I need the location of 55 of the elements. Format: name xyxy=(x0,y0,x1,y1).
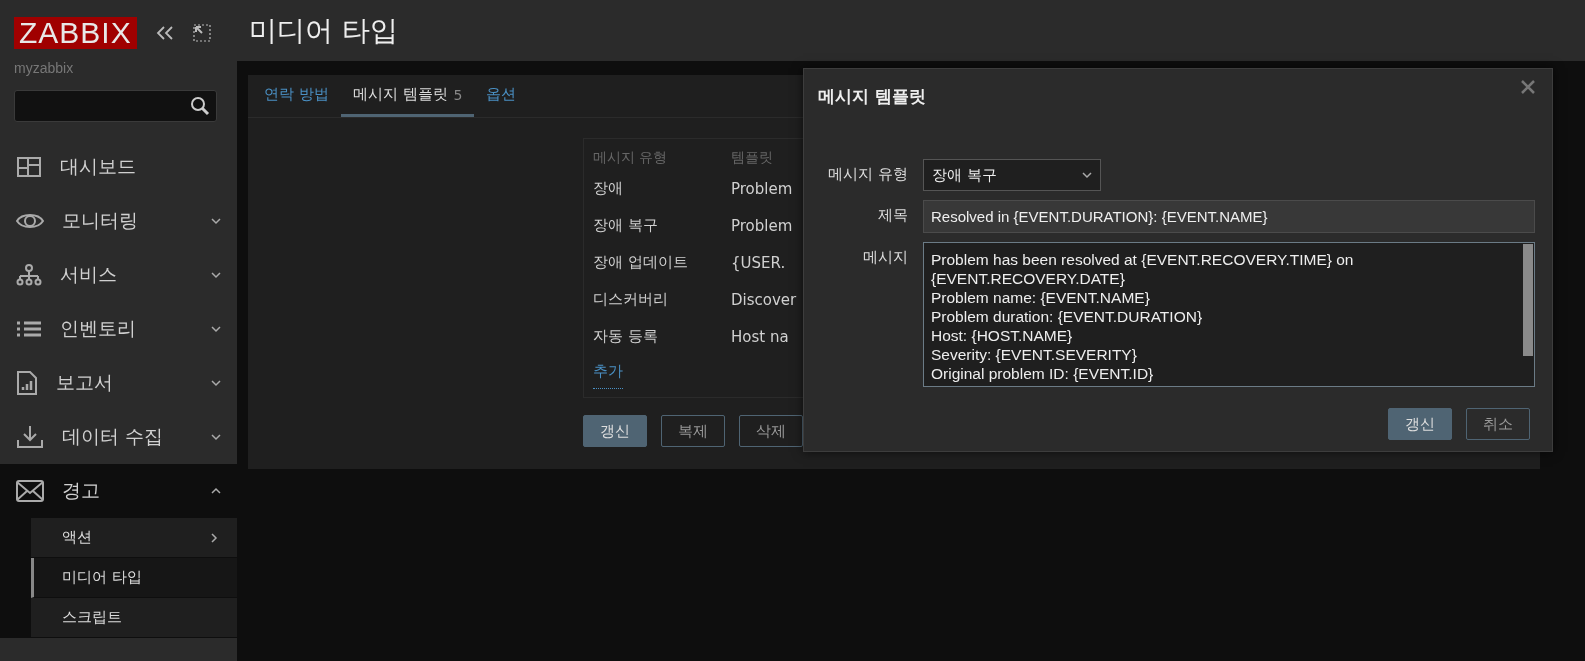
field-label: 메시지 xyxy=(862,247,908,267)
page-title: 미디어 타입 xyxy=(249,12,398,49)
field-label: 메시지 유형 xyxy=(827,164,908,184)
chevron-down-icon xyxy=(1082,170,1092,180)
table-cell[interactable]: 장애 xyxy=(593,170,731,207)
menu-item[interactable]: 인벤토리 xyxy=(0,302,237,356)
column-header: 템플릿 xyxy=(731,148,774,167)
add-link[interactable]: 추가 xyxy=(593,355,623,389)
tab[interactable]: 옵션 xyxy=(474,75,529,117)
dialog-button[interactable]: 취소 xyxy=(1466,408,1530,440)
table-cell-text: Discover xyxy=(731,289,798,311)
form-button[interactable]: 복제 xyxy=(661,415,725,447)
tab[interactable]: 메시지 템플릿 5 xyxy=(340,75,475,117)
table-cell-text: {USER. xyxy=(731,252,787,274)
list-icon xyxy=(16,320,42,338)
download-icon xyxy=(16,425,44,449)
dialog-button[interactable]: 갱신 xyxy=(1388,408,1452,440)
menu-item[interactable]: 경고 xyxy=(0,464,237,518)
table-cell-text: Problem xyxy=(731,215,794,237)
menu-item[interactable]: 대시보드 xyxy=(0,140,237,194)
dashboard-icon xyxy=(16,156,42,178)
server-name: myzabbix xyxy=(13,59,75,76)
submenu-item[interactable]: 액션 xyxy=(31,518,237,558)
fullscreen-icon[interactable] xyxy=(192,24,211,42)
type-select[interactable]: 장애 복구 xyxy=(923,159,1101,191)
message-field[interactable]: Problem has been resolved at {EVENT.RECOVERY.TIME} on {EVENT.RECOVERY.DATE} Problem name: {EVENT.NAME} Problem duration: {EVENT.DURATION} Host: {HOST.NAME} Severity: {EVENT.SEVERITY} Original problem ID: {EVENT.ID} xyxy=(923,242,1535,387)
table-cell-text: Problem xyxy=(731,178,794,200)
close-button[interactable] xyxy=(1520,79,1536,95)
envelope-icon xyxy=(16,480,44,502)
tab[interactable]: 연락 방법 xyxy=(252,75,341,117)
table-cell[interactable]: 디스커버리 xyxy=(593,281,731,318)
table-cell[interactable]: 장애 업데이트 xyxy=(593,244,731,281)
dialog-title: 메시지 템플릿 xyxy=(818,85,927,108)
menu-item[interactable]: 데이터 수집 xyxy=(0,410,237,464)
column-header: 메시지 유형 xyxy=(593,148,669,167)
table-cell[interactable]: 장애 복구 xyxy=(593,207,731,244)
menu-item[interactable]: 서비스 xyxy=(0,248,237,302)
tab-count: 5 xyxy=(453,86,463,103)
report-icon xyxy=(16,370,38,396)
eye-icon xyxy=(16,211,44,231)
table-cell[interactable]: 자동 등록 xyxy=(593,318,731,355)
submenu-item[interactable]: 미디어 타입 xyxy=(31,558,237,598)
menu-item[interactable]: 보고서 xyxy=(0,356,237,410)
search-icon[interactable] xyxy=(190,96,210,116)
search-field[interactable] xyxy=(14,90,217,122)
network-icon xyxy=(16,264,42,286)
zabbix-logo: ZABBIX xyxy=(14,17,137,49)
field-label: 제목 xyxy=(877,205,908,225)
subject-field[interactable]: Resolved in {EVENT.DURATION}: {EVENT.NAME} xyxy=(923,200,1535,233)
form-button[interactable]: 갱신 xyxy=(583,415,647,447)
submenu-item[interactable]: 스크립트 xyxy=(31,598,237,638)
form-button[interactable]: 삭제 xyxy=(739,415,803,447)
table-cell-text: Host na xyxy=(731,326,790,348)
menu-item[interactable]: 모니터링 xyxy=(0,194,237,248)
collapse-icon[interactable] xyxy=(154,25,175,41)
